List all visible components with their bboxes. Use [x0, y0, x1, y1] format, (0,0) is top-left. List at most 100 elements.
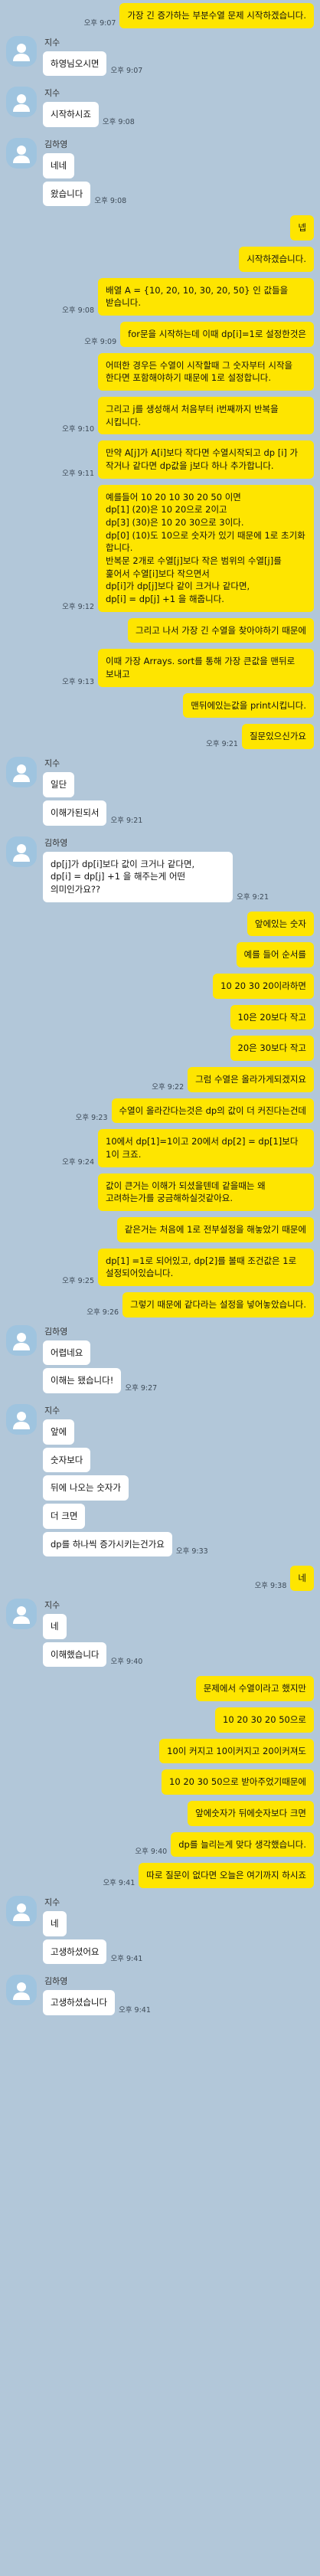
other-message-bubble[interactable]: 더 크면 — [43, 1503, 86, 1529]
my-message-row: 같은거는 처음에 1로 전부설정을 해놓았기 때문에 — [6, 1216, 314, 1242]
avatar[interactable] — [6, 1324, 37, 1356]
my-message-bubble[interactable]: 그리고 j를 생성해서 처음부터 i번째까지 반복을 시킵니다. — [98, 397, 314, 435]
other-message-row: 지수 네 고생하셨어요 오후 9:41 — [6, 1894, 314, 1967]
message-time: 오후 9:21 — [237, 892, 269, 902]
my-message-row: 10이 커지고 10이커지고 20이커져도 — [6, 1738, 314, 1764]
message-time: 오후 9:27 — [125, 1383, 158, 1393]
other-message-bubble[interactable]: 이해했습니다 — [43, 1642, 107, 1668]
bubble-row: 고생하셨어요 오후 9:41 — [43, 1939, 146, 1965]
other-message-bubble[interactable]: 네 — [43, 1613, 67, 1639]
bubble-row: 고생하셨습니다 오후 9:41 — [43, 1990, 155, 2016]
other-message-bubble[interactable]: 시작하시죠 — [43, 102, 99, 128]
my-message-bubble[interactable]: 수열이 올라간다는것은 dp의 값이 더 커진다는건데 — [111, 1098, 314, 1124]
my-message-row: 예를 들어 순서를 — [6, 942, 314, 967]
my-message-bubble[interactable]: 가장 긴 증가하는 부분수열 문제 시작하겠습니다. — [119, 3, 314, 28]
my-message-bubble[interactable]: 앞에숫자가 뒤에숫자보다 크면 — [188, 1801, 314, 1826]
my-message-bubble[interactable]: 질문있으신가요 — [241, 724, 314, 750]
my-message-bubble[interactable]: 예를들어 10 20 10 30 20 50 이면 dp[1] (20)은 10… — [98, 484, 314, 612]
avatar[interactable] — [6, 1598, 37, 1629]
message-time: 오후 9:38 — [254, 1581, 287, 1590]
other-message-bubble[interactable]: 하영님오시면 — [43, 51, 107, 77]
default-profile-icon — [13, 1332, 30, 1350]
my-message-bubble[interactable]: for문을 시작하는데 이때 dp[i]=1로 설정한것은 — [120, 322, 314, 347]
default-profile-icon — [13, 843, 30, 862]
bubble-row: 이해는 됐습니다! 오후 9:27 — [43, 1368, 161, 1393]
other-message-bubble[interactable]: 네 — [43, 1911, 67, 1936]
other-message-bubble[interactable]: 어렵네요 — [43, 1340, 91, 1366]
other-message-bubble[interactable]: 고생하셨어요 — [43, 1939, 107, 1965]
my-message-row: 넵 — [6, 215, 314, 241]
my-message-bubble[interactable]: dp를 늘리는게 맞다 생각했습니다. — [171, 1831, 314, 1858]
message-group: 지수 네 고생하셨어요 오후 9:41 — [43, 1894, 146, 1967]
my-message-bubble[interactable]: 같은거는 처음에 1로 전부설정을 해놓았기 때문에 — [116, 1216, 314, 1242]
message-time: 오후 9:13 — [62, 677, 94, 686]
avatar[interactable] — [6, 87, 37, 118]
sender-name: 지수 — [44, 88, 60, 99]
my-message-bubble[interactable]: dp[1] =1로 되어있고, dp[2]를 볼때 조건값은 1로 설정되어있습… — [98, 1248, 314, 1286]
my-message-bubble[interactable]: 어떠한 경우든 수열이 시작할때 그 숫자부터 시작을 한다면 포함해야하기 때… — [98, 352, 314, 391]
my-message-bubble[interactable]: 만약 A[j]가 A[i]보다 작다면 수열시작되고 dp [i] 가 작거나 … — [98, 440, 314, 479]
sender-name: 지수 — [44, 1599, 60, 1610]
other-message-bubble[interactable]: 이해는 됐습니다! — [43, 1368, 122, 1393]
bubble-row: dp[j]가 dp[i]보다 값이 크거나 같다면, dp[i] = dp[j]… — [43, 851, 273, 902]
default-profile-icon — [13, 43, 30, 61]
avatar[interactable] — [6, 138, 37, 169]
my-message-bubble[interactable]: 넵 — [290, 215, 314, 241]
my-message-bubble[interactable]: 예를 들어 순서를 — [236, 942, 314, 967]
sender-name: 김하영 — [44, 139, 68, 150]
other-message-bubble[interactable]: 일단 — [43, 772, 75, 797]
avatar[interactable] — [6, 1896, 37, 1927]
bubble-row: 일단 — [43, 772, 146, 797]
message-time: 오후 9:08 — [102, 118, 135, 127]
my-message-bubble[interactable]: 그리고 나서 가장 긴 수열을 찾아야하기 때문에 — [128, 617, 314, 643]
avatar[interactable] — [6, 35, 37, 67]
my-message-bubble[interactable]: 네 — [290, 1566, 314, 1591]
other-message-bubble[interactable]: 고생하셨습니다 — [43, 1990, 116, 2016]
my-message-bubble[interactable]: 그렇기 때문에 같다라는 설정을 넣어놓았습니다. — [122, 1291, 314, 1317]
bubble-row: 앞에 — [43, 1419, 212, 1445]
my-message-bubble[interactable]: 따로 질문이 없다면 오늘은 여기까지 하시죠 — [139, 1863, 314, 1889]
message-group: 지수 네 이해했습니다 오후 9:40 — [43, 1597, 146, 1670]
default-profile-icon — [13, 94, 30, 113]
my-message-bubble[interactable]: 10은 20보다 작고 — [230, 1004, 314, 1030]
my-message-row: 문제에서 수열이라고 했지만 — [6, 1676, 314, 1701]
bubble-row: 더 크면 — [43, 1503, 212, 1529]
my-message-bubble[interactable]: 10 20 30 20 50으로 — [215, 1707, 314, 1733]
my-message-bubble[interactable]: 10 20 30 20이라하면 — [213, 973, 314, 999]
other-message-bubble[interactable]: 앞에 — [43, 1419, 75, 1445]
my-message-bubble[interactable]: 20은 30보다 작고 — [230, 1036, 314, 1061]
my-message-row: 오후 9:38 네 — [6, 1566, 314, 1591]
my-message-bubble[interactable]: 그럼 수열은 올라가게되겠지요 — [188, 1066, 314, 1092]
other-message-bubble[interactable]: 이해가된되서 — [43, 800, 107, 826]
avatar[interactable] — [6, 836, 37, 867]
other-message-bubble[interactable]: 숫자보다 — [43, 1447, 91, 1473]
other-message-row: 지수시작하시죠 오후 9:08 — [6, 85, 314, 130]
my-message-bubble[interactable]: 배열 A = {10, 20, 10, 30, 20, 50} 인 값들을 받습… — [98, 277, 314, 316]
avatar[interactable] — [6, 1975, 37, 2006]
other-message-bubble[interactable]: dp를 하나씩 증가시키는건가요 — [43, 1531, 172, 1557]
other-message-bubble[interactable]: dp[j]가 dp[i]보다 값이 크거나 같다면, dp[i] = dp[j]… — [43, 851, 233, 902]
avatar[interactable] — [6, 1403, 37, 1435]
chat-message-list[interactable]: 오후 9:07 가장 긴 증가하는 부분수열 문제 시작하겠습니다. 지수 하영님오시… — [0, 0, 320, 2576]
bubble-row: 어렵네요 — [43, 1340, 161, 1366]
message-time: 오후 9:33 — [175, 1547, 208, 1556]
avatar[interactable] — [6, 757, 37, 788]
sender-name: 김하영 — [44, 1976, 68, 1987]
other-message-bubble[interactable]: 뒤에 나오는 숫자가 — [43, 1475, 129, 1501]
my-message-bubble[interactable]: 10에서 dp[1]=1이고 20에서 dp[2] = dp[1]보다 1이 크… — [98, 1129, 314, 1167]
my-message-row: 앞에있는 숫자 — [6, 911, 314, 937]
my-message-row: 오후 9:26 그렇기 때문에 같다라는 설정을 넣어놓았습니다. — [6, 1291, 314, 1317]
my-message-bubble[interactable]: 이때 가장 Arrays. sort를 통해 가장 큰값을 맨뒤로 보내고 — [98, 649, 314, 687]
my-message-bubble[interactable]: 10이 커지고 10이커지고 20이커져도 — [159, 1738, 314, 1764]
bubble-row: 네 — [43, 1613, 146, 1639]
my-message-bubble[interactable]: 문제에서 수열이라고 했지만 — [195, 1676, 314, 1701]
message-group: 지수시작하시죠 오후 9:08 — [43, 85, 139, 130]
my-message-row: 어떠한 경우든 수열이 시작할때 그 숫자부터 시작을 한다면 포함해야하기 때… — [6, 352, 314, 391]
my-message-bubble[interactable]: 10 20 30 50으로 받아주었기때문에 — [162, 1769, 314, 1795]
other-message-bubble[interactable]: 네네 — [43, 153, 75, 178]
my-message-bubble[interactable]: 시작하겠습니다. — [239, 247, 314, 272]
other-message-bubble[interactable]: 왔습니다 — [43, 181, 91, 207]
my-message-bubble[interactable]: 맨뒤에있는값을 print시킵니다. — [183, 692, 314, 718]
my-message-bubble[interactable]: 앞에있는 숫자 — [247, 911, 314, 937]
my-message-bubble[interactable]: 값이 큰거는 이해가 되셨을텐데 같을때는 왜 고려하는가를 궁금해하실것같아요… — [98, 1173, 314, 1211]
